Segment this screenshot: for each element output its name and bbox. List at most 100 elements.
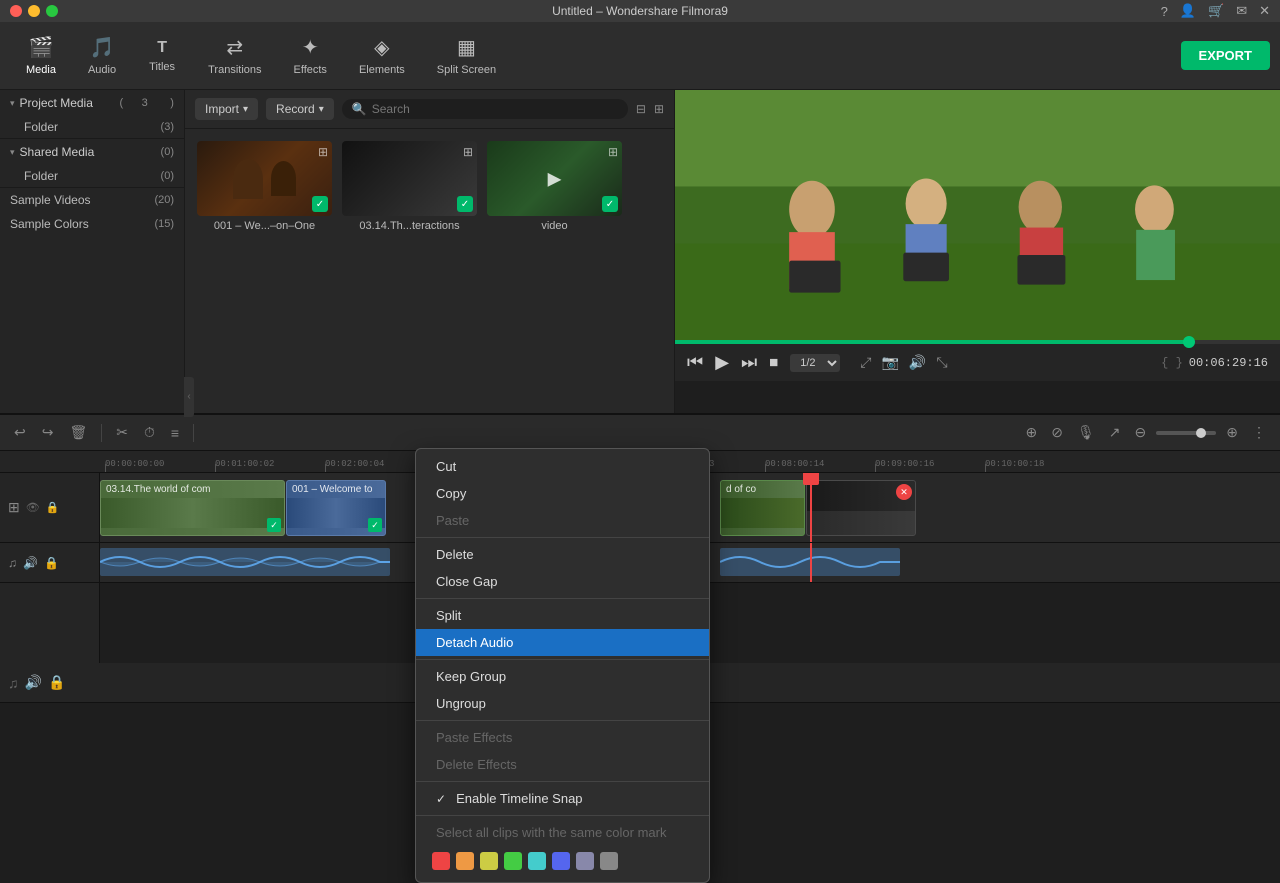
ctx-close-gap[interactable]: Close Gap [416,568,709,595]
close-icon[interactable]: ✕ [1259,3,1270,19]
nav-elements[interactable]: ◈ Elements [343,29,421,82]
speed-button[interactable]: ⏱ [140,422,159,443]
cart-icon[interactable]: 🛒 [1208,3,1224,19]
clip-4[interactable]: ✕ [806,480,916,536]
media-name-2: 03.14.Th...teractions [342,220,477,232]
zoom-slider[interactable] [1156,431,1216,435]
voiceover-button[interactable]: ↗ [1105,422,1125,443]
redo-button[interactable]: ↪ [38,422,58,443]
record-button[interactable]: Record ▾ [266,98,334,120]
titles-label: Titles [149,61,175,73]
import-button[interactable]: Import ▾ [195,98,258,120]
ctx-cut[interactable]: Cut [416,453,709,480]
help-icon[interactable]: ? [1161,4,1168,19]
stop-button[interactable]: ⏹ [769,352,778,373]
ctx-split[interactable]: Split [416,602,709,629]
export-button[interactable]: EXPORT [1181,41,1270,70]
sample-videos-label: Sample Videos [10,193,91,207]
clip-2-check: ✓ [368,518,382,532]
nav-titles[interactable]: T Titles [132,33,192,79]
maximize-button[interactable] [46,5,58,17]
account-icon[interactable]: 👤 [1180,3,1196,19]
project-media-header[interactable]: ▾ Project Media ( 3 ) [0,90,184,116]
sample-videos-count: (20) [154,194,174,206]
ctx-keep-group[interactable]: Keep Group [416,663,709,690]
zoom-in-button[interactable]: ⊕ [1222,422,1242,443]
audio-track-label: ♫ 🔊 🔒 [0,543,99,583]
clip-2[interactable]: 001 – Welcome to ✓ [286,480,386,536]
grid-view-icon[interactable]: ⊞ [654,102,664,116]
nav-effects[interactable]: ✦ Effects [278,29,343,82]
preview-playbar[interactable] [675,340,1280,344]
swatch-green[interactable] [504,852,522,870]
clip-1[interactable]: 03.14.The world of com ✓ [100,480,285,536]
nav-media[interactable]: 🎬 Media [10,29,72,82]
media-item-1[interactable]: ⊞ ✓ 001 – We...–on–One [197,141,332,232]
media-item-3[interactable]: ▶ ⊞ ✓ video [487,141,622,232]
shared-folder-item[interactable]: Folder (0) [0,165,184,187]
search-input[interactable] [372,102,618,116]
audio-icon-lock[interactable]: 🔒 [48,674,65,691]
close-button[interactable] [10,5,22,17]
snap-button[interactable]: ⊕ [1022,422,1042,443]
undo-button[interactable]: ↩ [10,422,30,443]
search-box[interactable]: 🔍 [342,99,628,119]
screen-size-icon[interactable]: ⤢ [860,354,871,371]
search-icon: 🔍 [352,102,367,116]
fast-forward-button[interactable]: ⏭ [741,352,757,373]
volume-icon[interactable]: 🔊 [909,354,926,371]
media-item-2[interactable]: ⊞ ✓ 03.14.Th...teractions [342,141,477,232]
eye-icon[interactable]: 👁 [26,501,40,514]
lock-track-icon[interactable]: 🔒 [44,556,59,570]
clip-3-label: d of co [721,481,804,498]
ctx-ungroup[interactable]: Ungroup [416,690,709,717]
clip-3[interactable]: d of co [720,480,805,536]
nav-transitions[interactable]: ⇄ Transitions [192,29,277,82]
ctx-copy[interactable]: Copy [416,480,709,507]
zoom-out-button[interactable]: ⊖ [1131,422,1151,443]
lock-icon[interactable]: 🔒 [46,501,60,514]
record-label: Record [276,102,315,116]
more-button[interactable]: ⋮ [1248,422,1270,443]
filter-icon[interactable]: ⊟ [636,102,646,116]
audio-adj-button[interactable]: ≡ [167,423,183,443]
swatch-red[interactable] [432,852,450,870]
fullscreen-icon[interactable]: ⤡ [936,354,947,371]
mail-icon[interactable]: ✉ [1236,3,1247,19]
mic-button[interactable]: 🎙 [1073,422,1099,443]
shared-media-header-left: ▾ Shared Media [10,145,94,159]
project-folder-item[interactable]: Folder (3) [0,116,184,138]
nav-splitscreen[interactable]: ▦ Split Screen [421,29,512,82]
marker-button[interactable]: ⊘ [1047,422,1067,443]
swatch-yellow[interactable] [480,852,498,870]
rewind-button[interactable]: ⏮ [687,352,703,373]
swatch-teal[interactable] [528,852,546,870]
minimize-button[interactable] [28,5,40,17]
volume-track-icon[interactable]: 🔊 [23,556,38,570]
ctx-enable-snap[interactable]: ✓ Enable Timeline Snap [416,785,709,812]
ctx-detach-audio[interactable]: Detach Audio [416,629,709,656]
ctx-delete[interactable]: Delete [416,541,709,568]
swatch-gray[interactable] [600,852,618,870]
ruler-mark-6: 00:08:00:14 [765,459,875,470]
nav-audio[interactable]: 🎵 Audio [72,29,132,82]
media-grid: ⊞ ✓ 001 – We...–on–One ⊞ ✓ 03.14.Th...te… [185,129,674,244]
timeline-toolbar: ↩ ↪ 🗑 ✂ ⏱ ≡ ⊕ ⊘ 🎙 ↗ ⊖ ⊕ ⋮ [0,415,1280,451]
quality-selector[interactable]: 1/2 Full 1/4 [790,354,840,372]
ctx-paste-label: Paste [436,513,469,528]
cut-button[interactable]: ✂ [112,422,132,443]
play-button[interactable]: ▶ [715,352,729,373]
sample-videos-item[interactable]: Sample Videos (20) [0,188,184,212]
collapse-panel-arrow[interactable]: ‹ [184,377,194,417]
snapshot-icon[interactable]: 📷 [881,354,898,371]
play-overlay-icon: ▶ [548,168,562,189]
swatch-orange[interactable] [456,852,474,870]
clip-4-close[interactable]: ✕ [896,484,912,500]
sample-colors-item[interactable]: Sample Colors (15) [0,212,184,236]
swatch-blue[interactable] [552,852,570,870]
audio-icon-music[interactable]: ♫ [8,675,19,691]
swatch-purple[interactable] [576,852,594,870]
audio-icon-volume[interactable]: 🔊 [25,674,42,691]
shared-media-header[interactable]: ▾ Shared Media (0) [0,139,184,165]
delete-button[interactable]: 🗑 [65,422,91,443]
